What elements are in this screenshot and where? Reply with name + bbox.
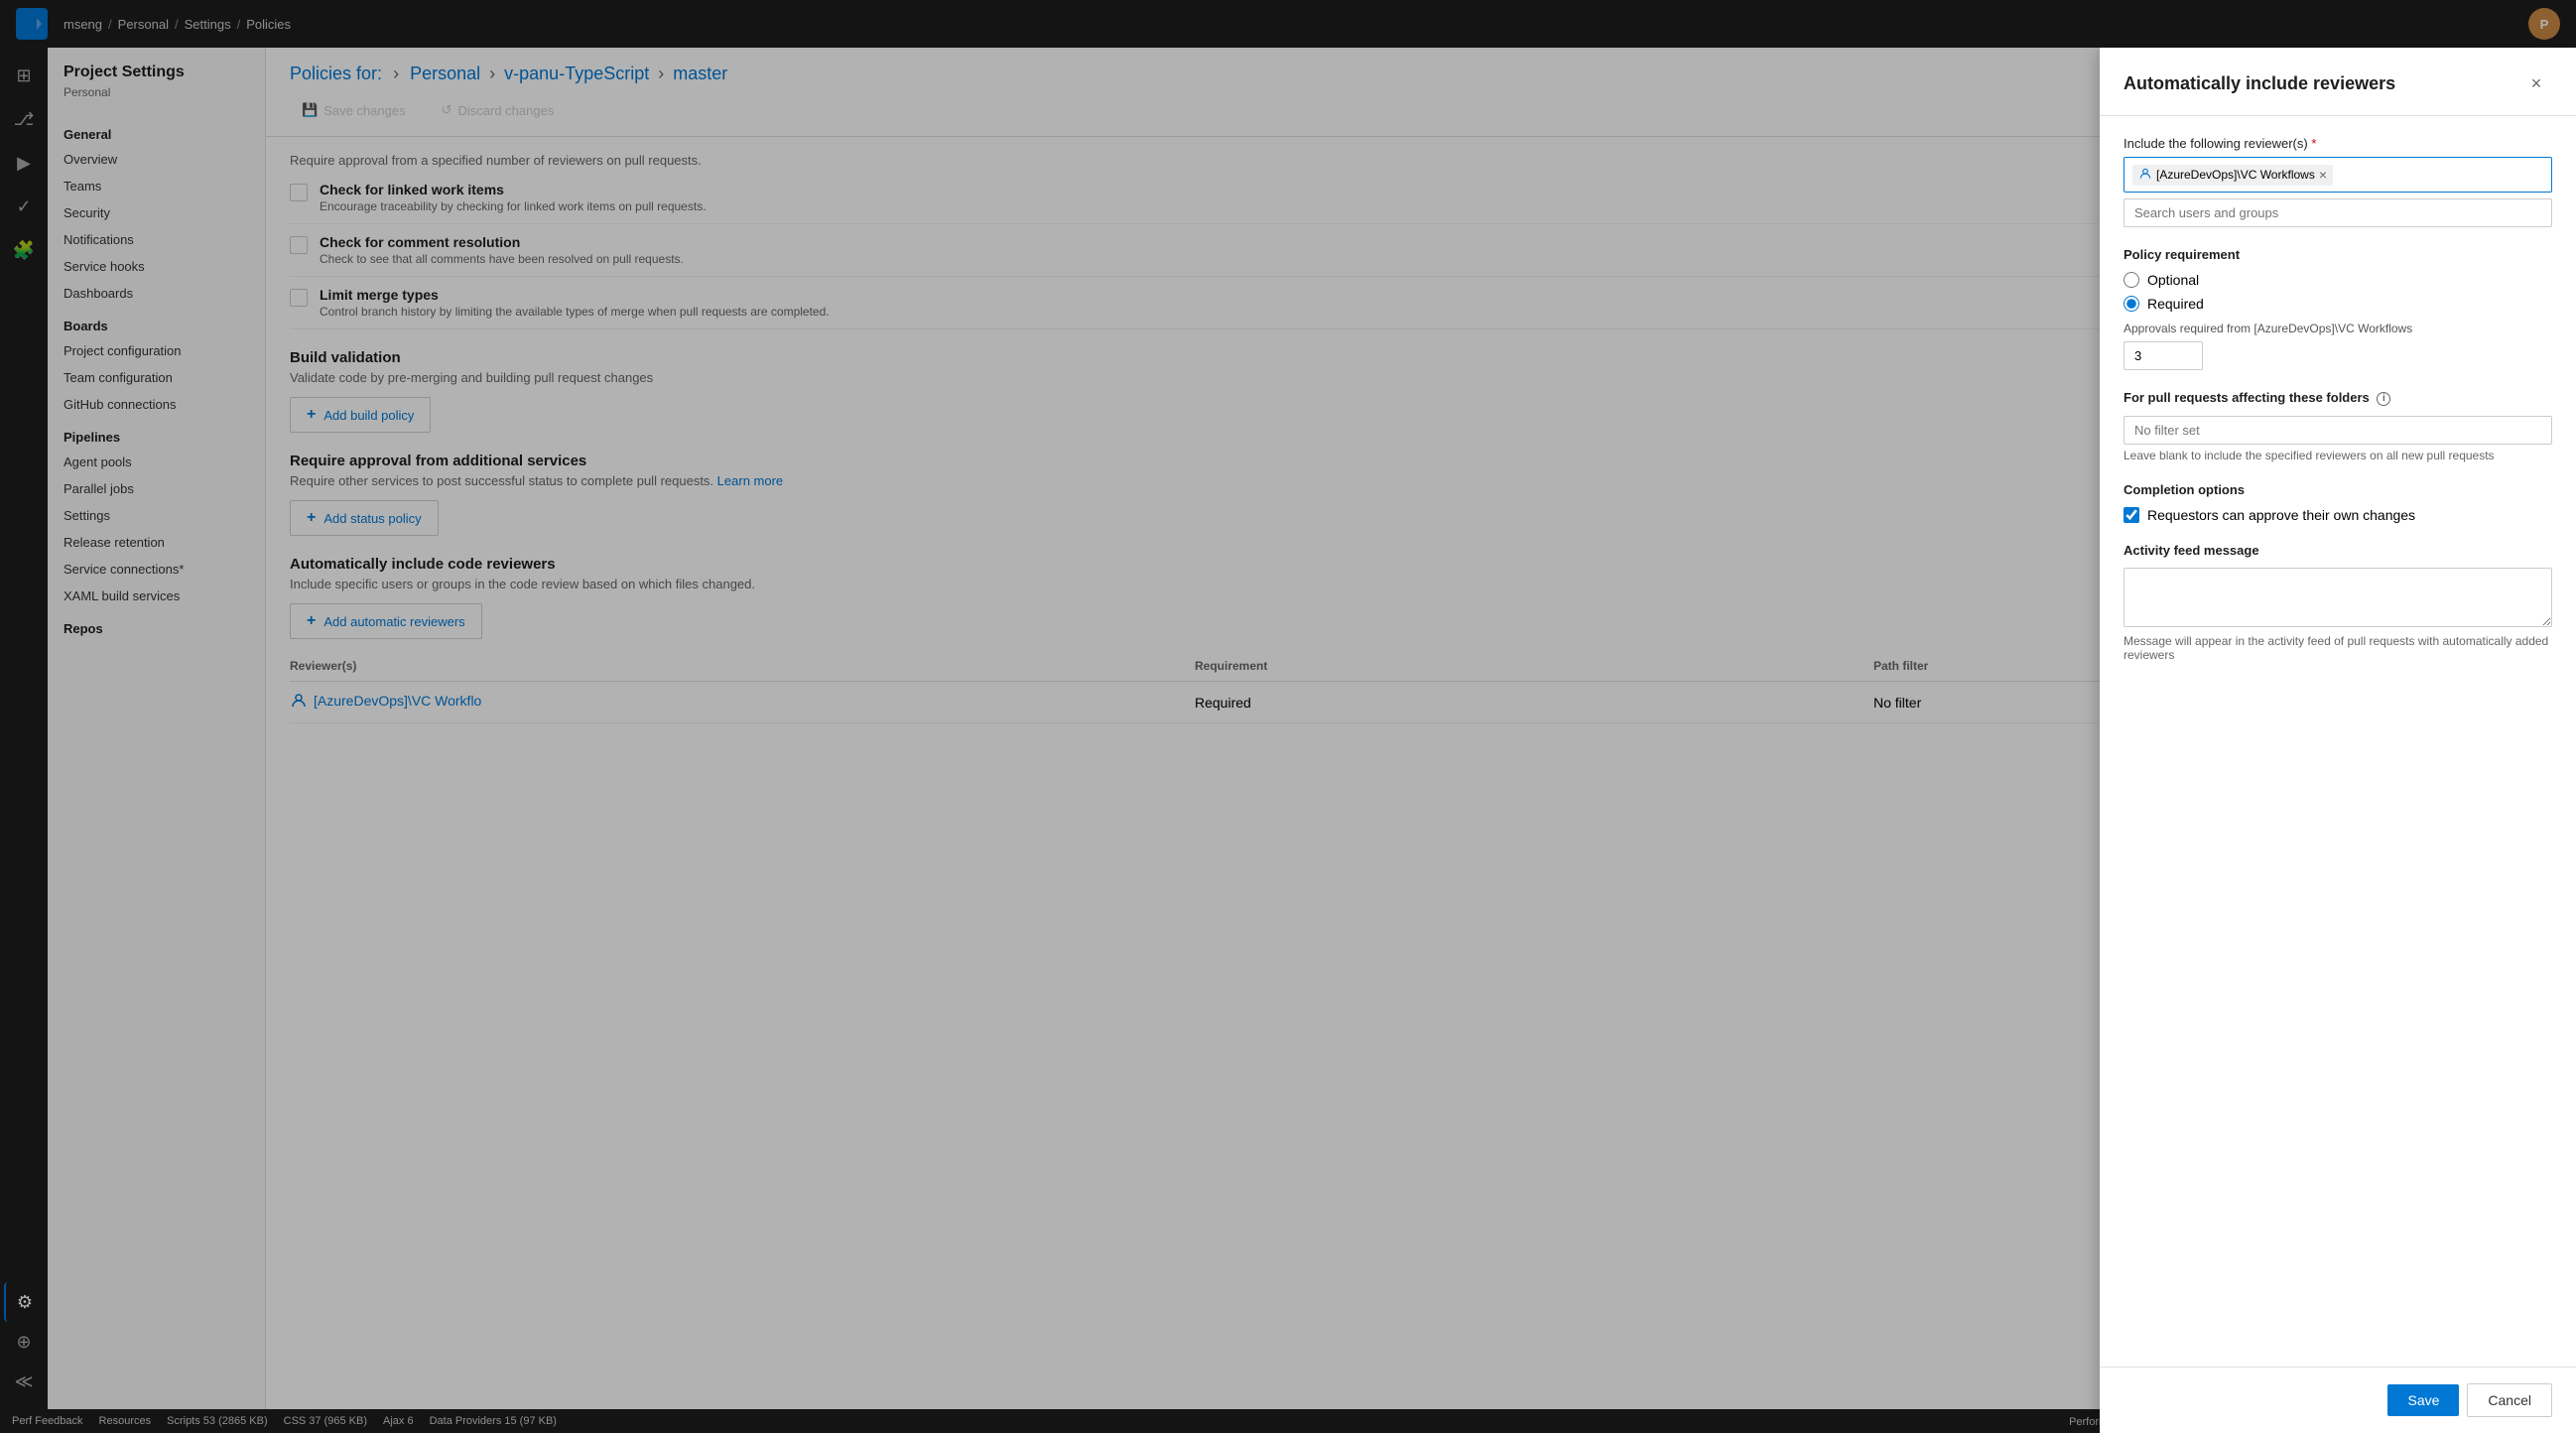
required-radio[interactable] <box>2124 296 2139 312</box>
info-icon[interactable]: i <box>2377 392 2390 406</box>
policy-requirement-label: Policy requirement <box>2124 247 2552 262</box>
cancel-button[interactable]: Cancel <box>2467 1383 2552 1417</box>
approvals-label: Approvals required from [AzureDevOps]\VC… <box>2124 322 2552 335</box>
modal: Automatically include reviewers × Includ… <box>2100 48 2576 1433</box>
required-radio-item[interactable]: Required <box>2124 296 2552 312</box>
modal-title: Automatically include reviewers <box>2124 73 2395 94</box>
required-label: Required <box>2147 296 2204 312</box>
tag-remove-button[interactable]: × <box>2319 167 2327 183</box>
activity-label: Activity feed message <box>2124 543 2552 558</box>
optional-radio[interactable] <box>2124 272 2139 288</box>
modal-overlay: Automatically include reviewers × Includ… <box>0 0 2576 1433</box>
requestors-checkbox[interactable] <box>2124 507 2139 523</box>
approvals-input[interactable] <box>2124 341 2203 370</box>
folders-section: For pull requests affecting these folder… <box>2124 390 2552 462</box>
folders-hint: Leave blank to include the specified rev… <box>2124 449 2552 462</box>
requestors-label: Requestors can approve their own changes <box>2147 507 2415 523</box>
save-button[interactable]: Save <box>2387 1384 2459 1416</box>
policy-requirement-radio-group: Optional Required <box>2124 272 2552 312</box>
policy-requirement-section: Policy requirement Optional Required App… <box>2124 247 2552 370</box>
folders-label: For pull requests affecting these folder… <box>2124 390 2552 406</box>
reviewer-label: Include the following reviewer(s) * <box>2124 136 2552 151</box>
modal-body: Include the following reviewer(s) * [Azu… <box>2100 116 2576 1367</box>
modal-footer: Save Cancel <box>2100 1367 2576 1433</box>
folder-filter-input[interactable] <box>2124 416 2552 445</box>
search-users-input[interactable] <box>2124 198 2552 227</box>
completion-options-section: Completion options Requestors can approv… <box>2124 482 2552 523</box>
requestors-checkbox-item[interactable]: Requestors can approve their own changes <box>2124 507 2552 523</box>
modal-header: Automatically include reviewers × <box>2100 48 2576 116</box>
reviewer-tag-input[interactable]: [AzureDevOps]\VC Workflows × <box>2124 157 2552 193</box>
activity-section: Activity feed message Message will appea… <box>2124 543 2552 662</box>
completion-options-label: Completion options <box>2124 482 2552 497</box>
reviewer-tag: [AzureDevOps]\VC Workflows × <box>2132 165 2333 186</box>
tag-reviewer-icon <box>2138 167 2152 184</box>
activity-textarea[interactable] <box>2124 568 2552 627</box>
activity-hint: Message will appear in the activity feed… <box>2124 634 2552 662</box>
reviewer-tag-text: [AzureDevOps]\VC Workflows <box>2156 168 2315 182</box>
modal-close-button[interactable]: × <box>2520 67 2552 99</box>
optional-radio-item[interactable]: Optional <box>2124 272 2552 288</box>
optional-label: Optional <box>2147 272 2199 288</box>
